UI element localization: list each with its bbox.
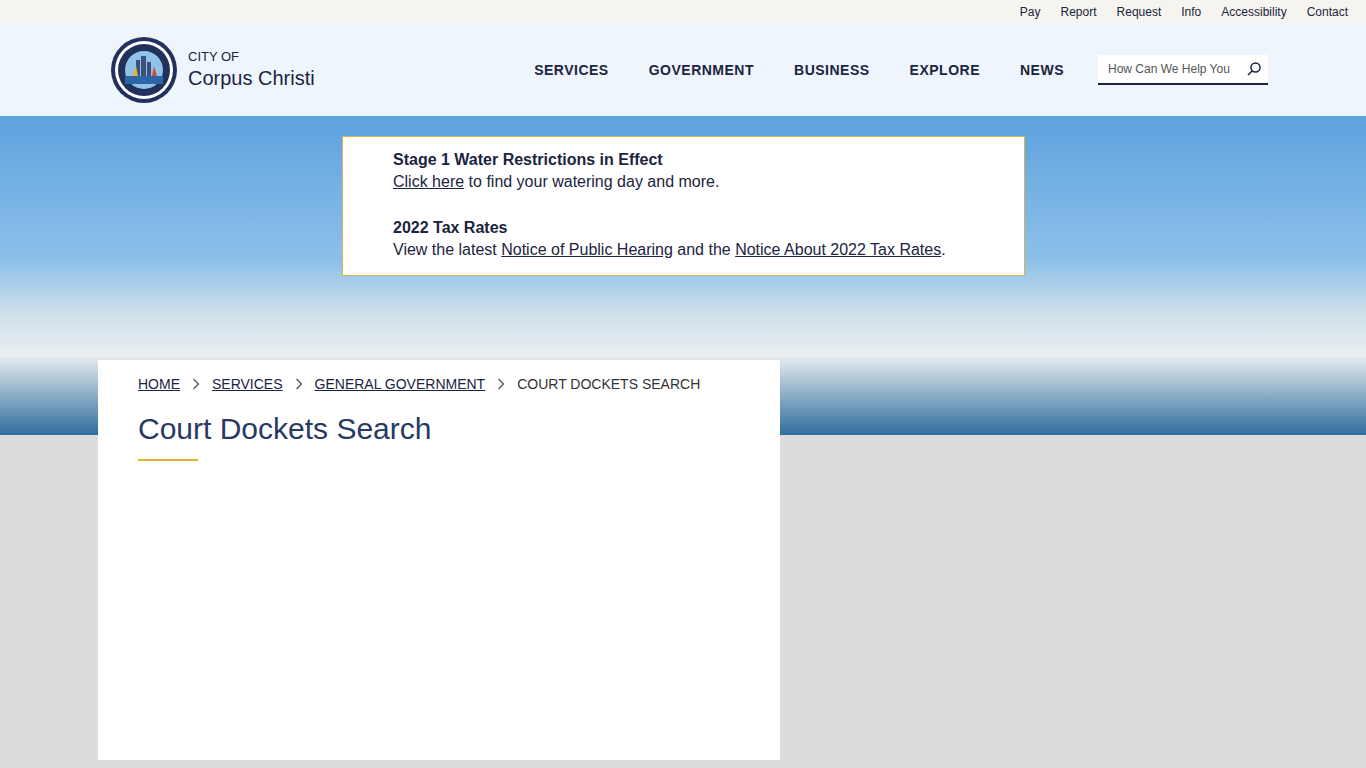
nav-item[interactable]: SERVICES — [534, 60, 609, 81]
breadcrumb-item[interactable]: GENERAL GOVERNMENT — [315, 375, 486, 393]
alert-text-part: View the latest — [393, 241, 501, 258]
page-title: Court Dockets Search — [138, 411, 750, 447]
search-box — [1098, 55, 1268, 85]
alert-link[interactable]: Notice of Public Hearing — [501, 241, 673, 258]
utility-link[interactable]: Report — [1061, 3, 1097, 21]
alert-title: Stage 1 Water Restrictions in Effect — [393, 149, 1004, 171]
utility-link[interactable]: Info — [1181, 3, 1201, 21]
city-seal-icon — [110, 36, 178, 104]
utility-link[interactable]: Pay — [1020, 3, 1041, 21]
utility-bar: Pay Report Request Info Accessibility Contact — [0, 0, 1366, 24]
breadcrumb-item: COURT DOCKETS SEARCH — [517, 375, 700, 393]
alert: 2022 Tax RatesView the latest Notice of … — [393, 217, 1004, 261]
utility-link[interactable]: Request — [1117, 3, 1162, 21]
content-card: HOME SERVICES GENERAL GOVERNMENT COURT DOCK… — [98, 360, 780, 760]
main-nav: SERVICES GOVERNMENT BUSINESS EXPLORE NEWS — [534, 60, 1064, 81]
alert-text: Click here to find your watering day and… — [393, 171, 1004, 193]
alert-text-part: to find your watering day and more. — [464, 173, 719, 190]
search-icon[interactable] — [1246, 61, 1262, 77]
title-underline — [138, 459, 198, 461]
logo[interactable]: CITY OF Corpus Christi — [110, 36, 315, 104]
alert-title: 2022 Tax Rates — [393, 217, 1004, 239]
utility-link[interactable]: Accessibility — [1221, 3, 1286, 21]
alert-text-part: . — [941, 241, 945, 258]
alert-text: View the latest Notice of Public Hearing… — [393, 239, 1004, 261]
alert-box: Stage 1 Water Restrictions in EffectClic… — [342, 136, 1025, 276]
alert-text-part: and the — [673, 241, 735, 258]
chevron-right-icon — [497, 378, 505, 390]
nav-item[interactable]: EXPLORE — [910, 60, 980, 81]
logo-line-2: Corpus Christi — [188, 66, 315, 91]
nav-item[interactable]: GOVERNMENT — [649, 60, 754, 81]
chevron-right-icon — [192, 378, 200, 390]
logo-line-1: CITY OF — [188, 49, 315, 65]
chevron-right-icon — [295, 378, 303, 390]
utility-links: Pay Report Request Info Accessibility Contact — [1020, 3, 1348, 21]
alert-link[interactable]: Click here — [393, 173, 464, 190]
breadcrumb: HOME SERVICES GENERAL GOVERNMENT COURT DOCK… — [138, 375, 750, 393]
nav-item[interactable]: NEWS — [1020, 60, 1064, 81]
breadcrumb-item[interactable]: SERVICES — [212, 375, 283, 393]
alert: Stage 1 Water Restrictions in EffectClic… — [393, 149, 1004, 193]
breadcrumb-item[interactable]: HOME — [138, 375, 180, 393]
site-header: CITY OF Corpus Christi SERVICES GOVERNMEN… — [0, 24, 1366, 116]
alert-link[interactable]: Notice About 2022 Tax Rates — [735, 241, 941, 258]
nav-item[interactable]: BUSINESS — [794, 60, 870, 81]
utility-link[interactable]: Contact — [1307, 3, 1348, 21]
search-input[interactable] — [1108, 60, 1246, 78]
